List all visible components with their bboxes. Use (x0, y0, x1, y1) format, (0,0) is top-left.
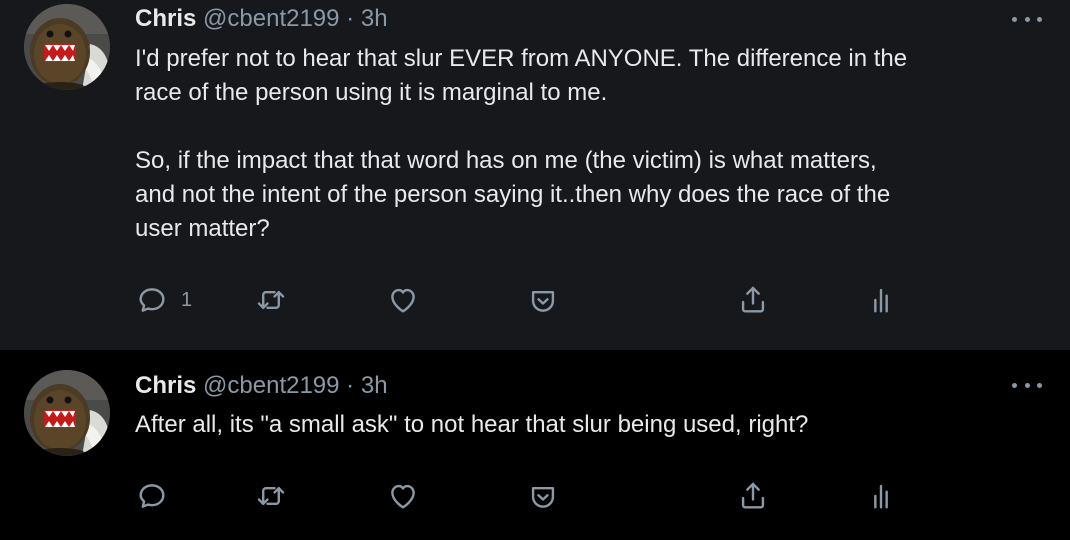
avatar-image (24, 4, 110, 90)
share-button[interactable] (736, 280, 770, 320)
tweet-paragraph: After all, its "a small ask" to not hear… (135, 411, 809, 438)
share-button[interactable] (736, 476, 770, 516)
analytics-button[interactable] (864, 476, 898, 516)
tweet-header: Chris @cbent2199 · 3h (135, 4, 388, 34)
like-button[interactable] (386, 280, 420, 320)
downvote-icon (526, 283, 560, 317)
timestamp[interactable]: 3h (361, 5, 388, 32)
retweet-button[interactable] (254, 280, 288, 320)
more-options-icon[interactable] (1012, 375, 1042, 395)
tweet[interactable]: Chris @cbent2199 · 3h After all, its "a … (0, 350, 1070, 540)
avatar[interactable] (24, 4, 110, 90)
reply-button[interactable] (135, 476, 181, 516)
share-icon (736, 283, 770, 317)
like-button[interactable] (386, 476, 420, 516)
author-name[interactable]: Chris (135, 372, 196, 399)
author-handle[interactable]: @cbent2199 (203, 372, 339, 399)
action-bar: 1 (0, 280, 1070, 320)
tweet-paragraph: So, if the impact that that word has on … (135, 147, 891, 242)
tweet-text: I'd prefer not to hear that slur EVER fr… (135, 42, 1040, 246)
retweet-icon (254, 479, 288, 513)
author-name[interactable]: Chris (135, 5, 196, 32)
downvote-button[interactable] (526, 280, 560, 320)
analytics-icon (864, 479, 898, 513)
downvote-icon (526, 479, 560, 513)
share-icon (736, 479, 770, 513)
timestamp[interactable]: 3h (361, 372, 388, 399)
downvote-button[interactable] (526, 476, 560, 516)
retweet-icon (254, 283, 288, 317)
more-options-icon[interactable] (1012, 9, 1042, 29)
reply-icon (135, 479, 169, 513)
separator-dot: · (346, 372, 355, 399)
heart-icon (386, 479, 420, 513)
tweet[interactable]: Chris @cbent2199 · 3h I'd prefer not to … (0, 0, 1070, 350)
separator-dot: · (346, 5, 355, 32)
reply-button[interactable]: 1 (135, 280, 192, 320)
heart-icon (386, 283, 420, 317)
reply-count: 1 (181, 288, 193, 311)
analytics-button[interactable] (864, 280, 898, 320)
tweet-header: Chris @cbent2199 · 3h (135, 371, 388, 401)
reply-icon (135, 283, 169, 317)
analytics-icon (864, 283, 898, 317)
retweet-button[interactable] (254, 476, 288, 516)
avatar[interactable] (24, 370, 110, 456)
action-bar (0, 476, 1070, 516)
tweet-text: After all, its "a small ask" to not hear… (135, 408, 1040, 442)
author-handle[interactable]: @cbent2199 (203, 5, 339, 32)
tweet-paragraph: I'd prefer not to hear that slur EVER fr… (135, 45, 908, 106)
avatar-image (24, 370, 110, 456)
